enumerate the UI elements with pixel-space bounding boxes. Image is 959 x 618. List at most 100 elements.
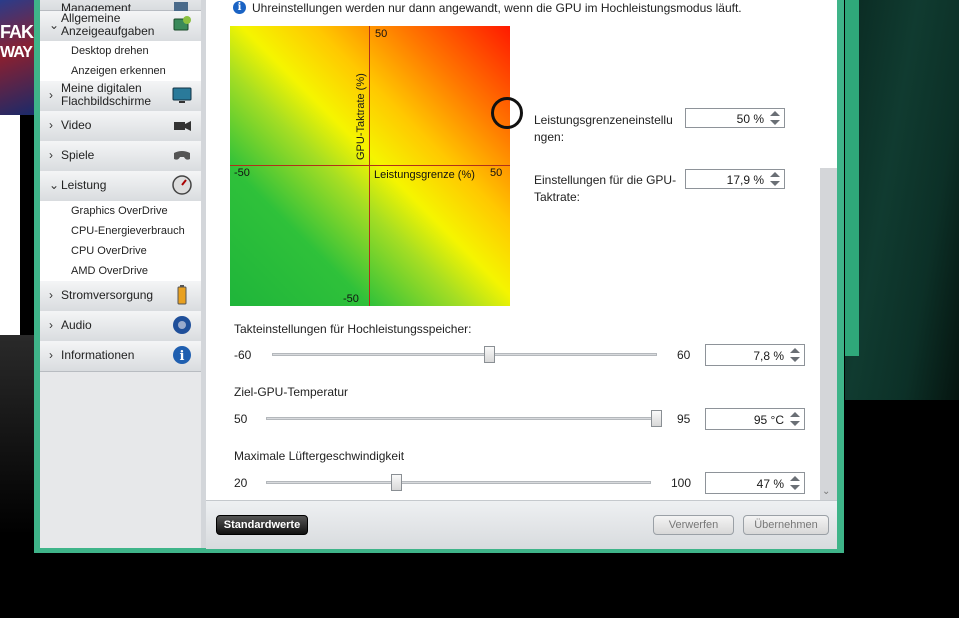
sidebar-item-management[interactable]: Management — [40, 0, 201, 15]
memory-clock-value[interactable]: 7,8 % — [753, 349, 784, 363]
sidebar-item-audio[interactable]: › Audio — [40, 311, 201, 342]
submenu-general-display: Desktop drehen Anzeigen erkennen — [40, 41, 201, 81]
chevron-right-icon: › — [49, 148, 53, 162]
target-temp-spinbox[interactable]: 95 °C — [705, 408, 805, 430]
target-temp-slider-thumb[interactable] — [651, 410, 662, 427]
fan-speed-max: 100 — [671, 476, 692, 490]
svg-text:i: i — [180, 349, 185, 364]
memory-clock-min: -60 — [234, 348, 252, 362]
memory-clock-slider-track[interactable] — [272, 353, 657, 356]
target-temp-min: 50 — [234, 412, 248, 426]
target-temp-value[interactable]: 95 °C — [754, 413, 784, 427]
discard-button[interactable]: Verwerfen — [653, 515, 734, 535]
chevron-right-icon: › — [49, 288, 53, 302]
spin-arrows-icon[interactable] — [788, 411, 802, 427]
graph-x-axis-label: Leistungsgrenze (%) — [374, 169, 475, 181]
memory-clock-spinbox[interactable]: 7,8 % — [705, 344, 805, 366]
display-tasks-icon — [173, 16, 191, 31]
gpu-clock-spinbox[interactable]: 17,9 % — [685, 169, 785, 189]
graph-y-axis-label: GPU-Taktrate (%) — [355, 73, 367, 160]
sidebar-subitem-rotate-desktop[interactable]: Desktop drehen — [71, 45, 149, 57]
fan-speed-slider-thumb[interactable] — [391, 474, 402, 491]
graph-x-min-label: -50 — [234, 167, 250, 179]
gpu-clock-label: Einstellungen für die GPU- Taktrate: — [534, 172, 676, 206]
spin-arrows-icon[interactable] — [788, 347, 802, 363]
info-message: Uhreinstellungen werden nur dann angewan… — [252, 1, 742, 15]
fan-speed-min: 20 — [234, 476, 248, 490]
spin-arrows-icon[interactable] — [768, 110, 782, 126]
wallpaper-text-2: WAY — [0, 44, 33, 61]
chevron-down-icon: ⌄ — [49, 178, 60, 192]
chevron-right-icon: › — [49, 348, 53, 362]
fan-speed-value[interactable]: 47 % — [757, 477, 784, 491]
overdrive-2d-graph[interactable] — [230, 26, 510, 306]
sidebar-item-video[interactable]: › Video — [40, 111, 201, 142]
info-icon: i — [173, 346, 191, 364]
sidebar: Management ⌄ Allgemeine Anzeigeaufgaben … — [40, 0, 202, 548]
graph-x-axis — [230, 165, 510, 166]
sidebar-subitem-detect-displays[interactable]: Anzeigen erkennen — [71, 65, 166, 77]
target-temp-label: Ziel-GPU-Temperatur — [234, 385, 349, 399]
fan-speed-slider-track[interactable] — [266, 481, 651, 484]
sidebar-item-label: Informationen — [61, 348, 135, 362]
battery-icon — [177, 285, 187, 305]
spin-arrows-icon[interactable] — [768, 171, 782, 187]
gauge-icon — [172, 175, 192, 195]
sidebar-item-label: Audio — [61, 318, 92, 332]
sidebar-item-games[interactable]: › Spiele — [40, 141, 201, 172]
power-limit-spinbox[interactable]: 50 % — [685, 108, 785, 128]
speaker-icon — [173, 316, 191, 334]
memory-clock-max: 60 — [677, 348, 691, 362]
power-limit-value[interactable]: 50 % — [737, 112, 764, 126]
memory-clock-label: Takteinstellungen für Hochleistungsspeic… — [234, 322, 472, 336]
gpu-clock-label-line1: Einstellungen für die GPU- — [534, 173, 677, 187]
memory-clock-slider-thumb[interactable] — [484, 346, 495, 363]
sidebar-subitem-amd-overdrive[interactable]: AMD OverDrive — [71, 265, 148, 277]
gpu-clock-value[interactable]: 17,9 % — [727, 173, 764, 187]
power-limit-label-line2: ngen: — [534, 130, 565, 144]
graph-drag-handle[interactable] — [491, 97, 523, 129]
sidebar-item-general-display[interactable]: ⌄ Allgemeine Anzeigeaufgaben — [40, 11, 201, 42]
sidebar-subitem-cpu-power[interactable]: CPU-Energieverbrauch — [71, 225, 185, 237]
sidebar-subitem-cpu-overdrive[interactable]: CPU OverDrive — [71, 245, 147, 257]
sidebar-item-label: Spiele — [61, 148, 95, 162]
desktop-background-right — [845, 0, 959, 400]
sidebar-item-power[interactable]: › Stromversorgung — [40, 281, 201, 312]
vertical-scrollbar[interactable] — [820, 168, 837, 500]
submenu-performance: Graphics OverDrive CPU-Energieverbrauch … — [40, 201, 201, 281]
info-icon: i — [233, 1, 246, 14]
chevron-down-icon: ⌄ — [49, 18, 60, 32]
desktop-background-left — [0, 335, 34, 535]
sidebar-subitem-graphics-overdrive[interactable]: Graphics OverDrive — [71, 205, 168, 217]
fan-speed-spinbox[interactable]: 47 % — [705, 472, 805, 494]
chevron-right-icon: › — [49, 318, 53, 332]
sidebar-item-label: Leistung — [61, 178, 107, 192]
graph-x-max-label: 50 — [490, 167, 503, 179]
target-temp-max: 95 — [677, 412, 691, 426]
power-limit-label-line1: Leistungsgrenzeneinstellu — [534, 113, 673, 127]
sidebar-item-information[interactable]: › Informationen i — [40, 341, 201, 372]
sidebar-item-label-line2: Flachbildschirme — [61, 94, 152, 108]
target-temp-slider-track[interactable] — [266, 417, 660, 420]
desktop-window-fragment — [0, 115, 20, 335]
graph-y-max-label: 50 — [375, 28, 388, 40]
sidebar-item-digital-panels[interactable]: › Meine digitalen Flachbildschirme — [40, 81, 201, 112]
power-limit-label: Leistungsgrenzeneinstellu ngen: — [534, 112, 673, 146]
scroll-down-icon[interactable]: ⌄ — [822, 486, 830, 497]
desktop-wallpaper-fragment: FAK WAY — [0, 0, 34, 115]
sidebar-item-label-line2: Anzeigeaufgaben — [61, 24, 155, 38]
sidebar-item-performance[interactable]: ⌄ Leistung — [40, 171, 201, 202]
fan-speed-label: Maximale Lüftergeschwindigkeit — [234, 449, 405, 463]
graph-y-min-label: -50 — [343, 293, 359, 305]
defaults-button[interactable]: Standardwerte — [216, 515, 308, 535]
flat-panel-icon — [172, 87, 192, 103]
wallpaper-text-1: FAK — [0, 22, 34, 42]
spin-arrows-icon[interactable] — [788, 475, 802, 491]
gpu-clock-label-line2: Taktrate: — [534, 190, 581, 204]
chevron-right-icon: › — [49, 118, 53, 132]
sidebar-item-label: Video — [61, 118, 92, 132]
apply-button[interactable]: Übernehmen — [743, 515, 829, 535]
graph-y-axis — [369, 26, 370, 306]
chevron-right-icon: › — [49, 88, 53, 102]
sidebar-item-label: Stromversorgung — [61, 288, 154, 302]
